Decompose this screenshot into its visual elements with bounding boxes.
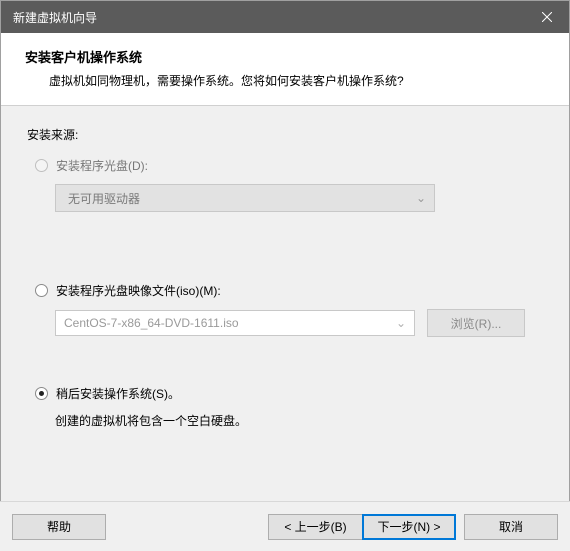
radio-icon <box>35 159 48 172</box>
option-label: 安装程序光盘(D): <box>56 157 148 174</box>
chevron-down-icon: ⌄ <box>396 316 406 330</box>
option-iso-file[interactable]: 安装程序光盘映像文件(iso)(M): <box>35 282 543 299</box>
wizard-header: 安装客户机操作系统 虚拟机如同物理机，需要操作系统。您将如何安装客户机操作系统? <box>1 33 569 106</box>
dropdown-value: 无可用驱动器 <box>68 190 140 207</box>
blank-disk-hint: 创建的虚拟机将包含一个空白硬盘。 <box>55 412 543 429</box>
next-button[interactable]: 下一步(N) > <box>362 514 456 540</box>
page-subtitle: 虚拟机如同物理机，需要操作系统。您将如何安装客户机操作系统? <box>25 72 545 89</box>
help-button[interactable]: 帮助 <box>12 514 106 540</box>
drive-dropdown: 无可用驱动器 ⌄ <box>55 184 435 212</box>
iso-path-value: CentOS-7-x86_64-DVD-1611.iso <box>64 316 239 330</box>
wizard-footer: 帮助 < 上一步(B) 下一步(N) > 取消 <box>0 501 570 551</box>
option-label: 安装程序光盘映像文件(iso)(M): <box>56 282 221 299</box>
cancel-button[interactable]: 取消 <box>464 514 558 540</box>
back-button[interactable]: < 上一步(B) <box>268 514 362 540</box>
wizard-content: 安装来源: 安装程序光盘(D): 无可用驱动器 ⌄ 安装程序光盘映像文件(iso… <box>1 106 569 439</box>
option-label: 稍后安装操作系统(S)。 <box>56 385 180 402</box>
radio-icon <box>35 387 48 400</box>
page-title: 安装客户机操作系统 <box>25 47 545 66</box>
option-install-later[interactable]: 稍后安装操作系统(S)。 <box>35 385 543 402</box>
window-title: 新建虚拟机向导 <box>13 9 97 26</box>
close-button[interactable] <box>524 1 569 33</box>
source-label: 安装来源: <box>27 126 543 143</box>
close-icon <box>542 12 552 22</box>
iso-path-field: CentOS-7-x86_64-DVD-1611.iso ⌄ <box>55 310 415 336</box>
title-bar: 新建虚拟机向导 <box>1 1 569 33</box>
radio-icon <box>35 284 48 297</box>
option-installer-disc[interactable]: 安装程序光盘(D): <box>35 157 543 174</box>
browse-button: 浏览(R)... <box>427 309 525 337</box>
chevron-down-icon: ⌄ <box>416 191 426 205</box>
